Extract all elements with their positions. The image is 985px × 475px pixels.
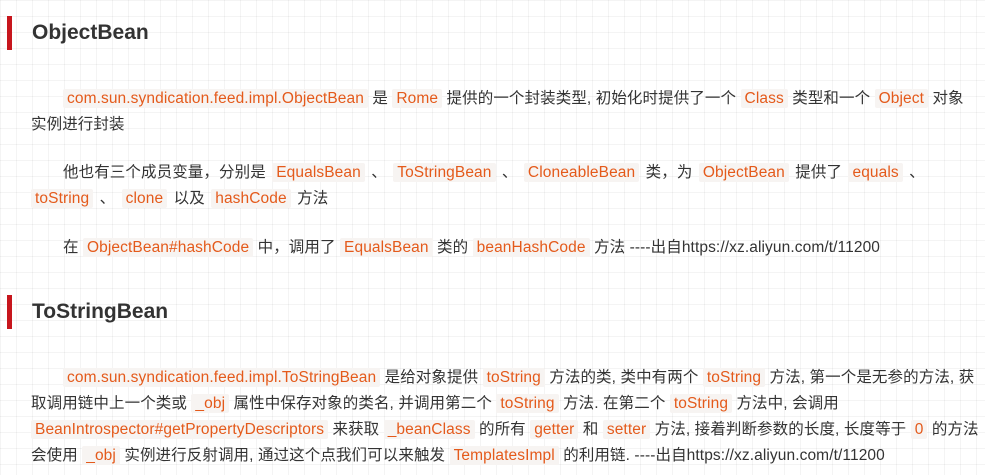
- text: 、: [93, 190, 122, 207]
- text: 方法, 接着判断参数的长度, 长度等于: [650, 421, 911, 438]
- inline-code: toString: [669, 394, 733, 413]
- inline-code: EqualsBean: [272, 163, 365, 182]
- paragraph: com.sun.syndication.feed.impl.ToStringBe…: [31, 365, 979, 469]
- text: 、: [495, 164, 524, 181]
- inline-code: _obj: [191, 394, 230, 413]
- heading-accent-bar: [7, 16, 12, 50]
- inline-code: setter: [602, 420, 651, 439]
- heading-title: ObjectBean: [32, 21, 149, 44]
- text: 类型和一个: [787, 90, 875, 107]
- inline-code: equals: [848, 163, 903, 182]
- inline-code: toString: [496, 394, 559, 413]
- heading-title: ToStringBean: [32, 300, 169, 323]
- text: 和: [578, 421, 603, 438]
- text: 方法 ----出自https://xz.aliyun.com/t/11200: [589, 239, 881, 256]
- inline-code: getter: [530, 420, 579, 439]
- text: 、: [364, 164, 394, 181]
- text: 、: [902, 164, 925, 181]
- inline-code: toString: [31, 189, 94, 208]
- inline-code: _beanClass: [383, 420, 475, 439]
- inline-code: toString: [482, 368, 545, 387]
- text: 来获取: [328, 421, 384, 438]
- text: 方法的类, 类中有两个: [544, 369, 703, 386]
- inline-code: Rome: [392, 89, 443, 108]
- text: 提供了: [788, 164, 849, 181]
- inline-code: _obj: [82, 446, 120, 465]
- heading-accent-bar: [7, 295, 12, 329]
- text: 方法. 在第二个: [558, 395, 670, 412]
- text: 是给对象提供: [380, 369, 483, 386]
- inline-code: com.sun.syndication.feed.impl.ToStringBe…: [63, 368, 381, 387]
- text: 类，为: [639, 164, 699, 181]
- inline-code: TemplatesImpl: [449, 446, 559, 465]
- text: 以及: [167, 190, 212, 207]
- inline-code: EqualsBean: [340, 238, 433, 257]
- inline-code: CloneableBean: [523, 163, 640, 182]
- inline-code: ToStringBean: [393, 163, 496, 182]
- inline-code: com.sun.syndication.feed.impl.ObjectBean: [63, 89, 368, 108]
- text: 属性中保存对象的类名, 并调用第二个: [229, 395, 497, 412]
- inline-code: BeanIntrospector#getPropertyDescriptors: [31, 420, 329, 439]
- inline-code: clone: [121, 189, 168, 208]
- inline-code: ObjectBean#hashCode: [83, 238, 254, 257]
- inline-code: Class: [740, 89, 788, 108]
- text: 是: [367, 90, 393, 107]
- inline-code: ObjectBean: [698, 163, 789, 182]
- text: 类的: [432, 239, 473, 256]
- paragraph: 他也有三个成员变量，分别是 EqualsBean 、 ToStringBean …: [31, 160, 981, 212]
- text: 他也有三个成员变量，分别是: [63, 164, 273, 181]
- text: 的所有: [474, 421, 531, 438]
- inline-code: hashCode: [211, 189, 291, 208]
- section-heading-objectbean: ObjectBean: [0, 15, 149, 51]
- text: 在: [63, 239, 84, 256]
- section-heading-tostringbean: ToStringBean: [0, 294, 168, 330]
- text: 方法: [290, 190, 329, 207]
- inline-code: beanHashCode: [472, 238, 590, 257]
- paragraph: com.sun.syndication.feed.impl.ObjectBean…: [31, 86, 979, 138]
- inline-code: 0: [910, 420, 928, 439]
- text: 中，调用了: [253, 239, 341, 256]
- text: 方法中, 会调用: [732, 395, 839, 412]
- text: 的利用链. ----出自https://xz.aliyun.com/t/1120…: [558, 447, 885, 464]
- text: 提供的一个封装类型, 初始化时提供了一个: [442, 90, 741, 107]
- inline-code: Object: [874, 89, 929, 108]
- inline-code: toString: [702, 368, 766, 387]
- paragraph: 在 ObjectBean#hashCode 中，调用了 EqualsBean 类…: [31, 235, 979, 261]
- text: 实例进行反射调用, 通过这个点我们可以来触发: [119, 447, 450, 464]
